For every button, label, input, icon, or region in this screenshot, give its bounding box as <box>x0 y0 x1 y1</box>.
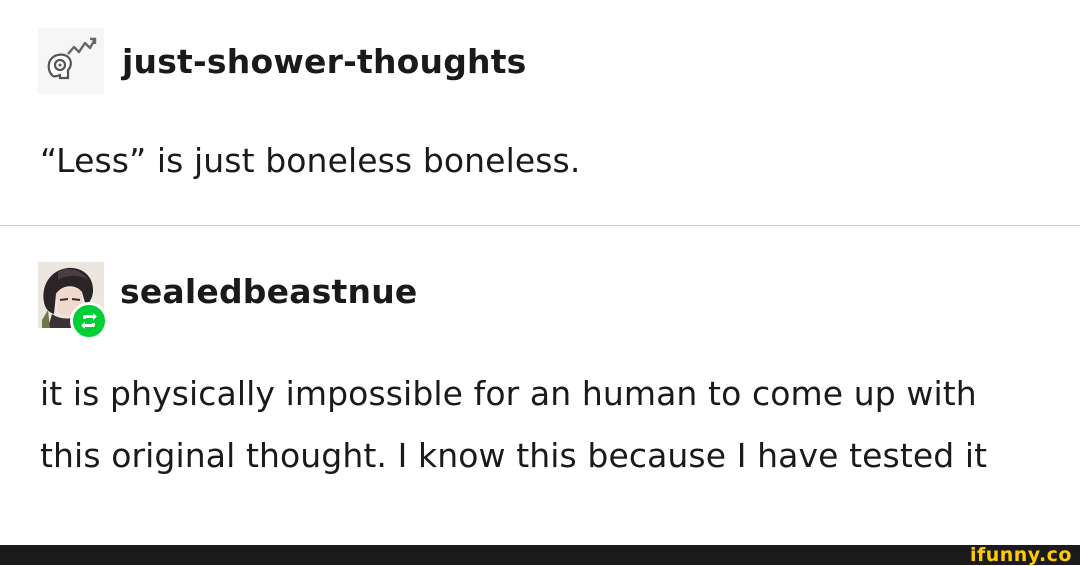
post-body: it is physically impossible for an human… <box>40 374 988 475</box>
head-gears-icon[interactable] <box>38 28 104 94</box>
post-reblog: sealedbeastnue it is physically impossib… <box>0 226 1080 545</box>
post-original: just-shower-thoughts “Less” is just bone… <box>0 0 1080 225</box>
post-header: sealedbeastnue <box>38 262 417 340</box>
username[interactable]: just-shower-thoughts <box>122 45 527 78</box>
reblog-icon <box>70 302 108 340</box>
username[interactable]: sealedbeastnue <box>120 275 417 308</box>
watermark-bar: ifunny.co <box>0 544 1080 566</box>
post-header: just-shower-thoughts <box>38 28 527 94</box>
user-avatar[interactable] <box>38 262 108 340</box>
post-body: “Less” is just boneless boneless. <box>40 141 581 180</box>
ifunny-watermark: ifunny.co <box>969 544 1072 566</box>
